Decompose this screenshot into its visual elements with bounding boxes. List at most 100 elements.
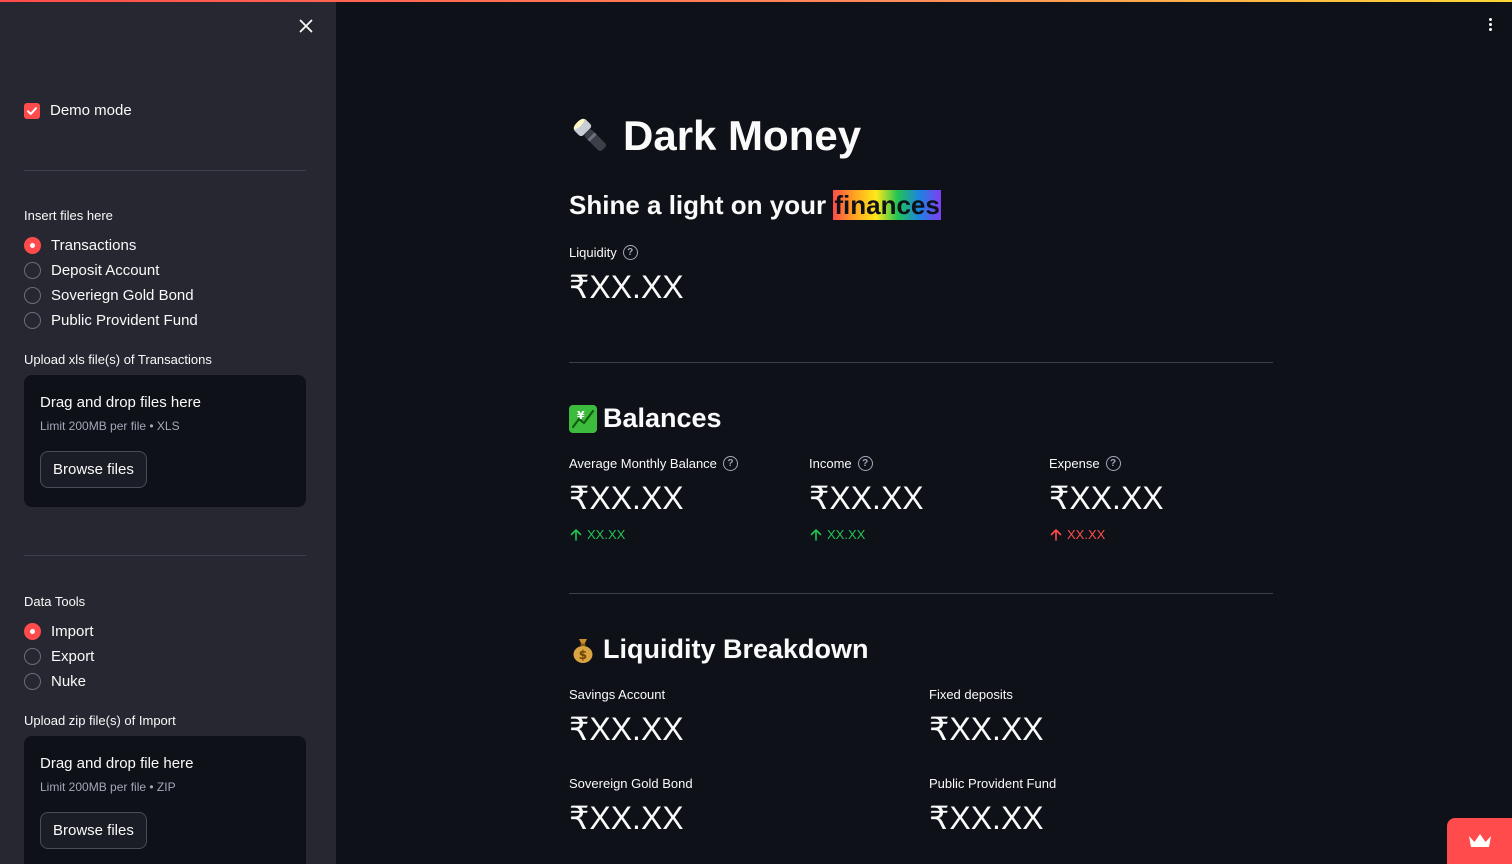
metric-label: Public Provident Fund (929, 776, 1057, 791)
metric-label: Fixed deposits (929, 687, 1013, 702)
help-circle-icon[interactable]: ? (722, 456, 738, 471)
metric-value: ₹XX.XX (929, 800, 1044, 836)
metric-liquidity: Liquidity ? ₹XX.XX (569, 245, 684, 306)
dropzone-limit-text: Limit 200MB per file • XLS (40, 419, 180, 433)
chart-yen-icon: ¥ (569, 404, 597, 433)
demo-mode-checkbox[interactable]: Demo mode (24, 102, 132, 119)
help-circle-icon[interactable]: ? (857, 456, 873, 471)
svg-text:$: $ (579, 648, 587, 662)
demo-mode-label: Demo mode (50, 102, 132, 119)
metric-value: ₹XX.XX (569, 711, 684, 747)
radio-option-export[interactable]: Export (24, 647, 94, 665)
file-dropzone-zip[interactable]: Drag and drop file here Limit 200MB per … (24, 736, 306, 864)
metric-public-provident-fund: Public Provident Fund ₹XX.XX (929, 776, 1056, 837)
file-dropzone-xls[interactable]: Drag and drop files here Limit 200MB per… (24, 375, 306, 507)
radio-unselected-icon[interactable] (24, 261, 41, 279)
dropzone-title: Drag and drop files here (40, 394, 201, 411)
data-tools-label: Data Tools (24, 594, 86, 609)
metric-delta-value: XX.XX (1067, 527, 1106, 542)
arrow-up-icon (570, 528, 582, 541)
radio-option-nuke[interactable]: Nuke (24, 672, 94, 690)
metric-value: ₹XX.XX (929, 711, 1044, 747)
upload-transactions-label: Upload xls file(s) of Transactions (24, 352, 212, 367)
metric-label: Sovereign Gold Bond (569, 776, 693, 791)
radio-selected-icon[interactable] (24, 622, 41, 640)
browse-files-button[interactable]: Browse files (40, 451, 147, 488)
metric-value: ₹XX.XX (569, 800, 684, 836)
radio-option-label: Export (51, 647, 95, 665)
radio-unselected-icon[interactable] (24, 286, 41, 304)
data-tools-radio-group: Import Export Nuke (24, 622, 94, 690)
radio-option-label: Nuke (51, 672, 87, 690)
top-decoration-bar (0, 0, 1512, 2)
close-sidebar-button[interactable] (296, 16, 316, 36)
upload-import-label: Upload zip file(s) of Import (24, 713, 176, 728)
page-title-text: Dark Money (623, 112, 862, 159)
insert-files-radio-group: Transactions Deposit Account Soveriegn G… (24, 236, 198, 329)
radio-option-label: Import (51, 622, 94, 640)
arrow-up-icon (1050, 528, 1062, 541)
radio-option-label: Soveriegn Gold Bond (51, 286, 194, 304)
section-title-balances: ¥ Balances (569, 403, 722, 434)
subtitle-highlight: finances (833, 190, 941, 220)
metric-label: Savings Account (569, 687, 666, 702)
help-circle-icon[interactable]: ? (622, 245, 638, 260)
sidebar-divider (24, 170, 306, 171)
crown-icon (1468, 834, 1491, 847)
radio-option-gold-bond[interactable]: Soveriegn Gold Bond (24, 286, 198, 304)
streamlit-badge[interactable] (1447, 818, 1512, 864)
kebab-menu-icon[interactable] (1480, 14, 1500, 34)
section-title-text: Liquidity Breakdown (603, 634, 869, 664)
money-bag-icon: $ (569, 636, 597, 664)
page-subtitle: Shine a light on your finances (569, 190, 941, 221)
radio-option-import[interactable]: Import (24, 622, 94, 640)
radio-option-deposit-account[interactable]: Deposit Account (24, 261, 198, 279)
checkbox-checked-icon[interactable] (24, 102, 40, 119)
radio-unselected-icon[interactable] (24, 647, 41, 665)
metric-value: ₹XX.XX (1049, 480, 1164, 516)
metric-sovereign-gold-bond: Sovereign Gold Bond ₹XX.XX (569, 776, 693, 837)
sidebar-divider (24, 555, 306, 556)
help-circle-icon[interactable]: ? (1105, 456, 1121, 471)
metric-label: Liquidity (569, 245, 617, 260)
radio-unselected-icon[interactable] (24, 672, 41, 690)
radio-option-transactions[interactable]: Transactions (24, 236, 198, 254)
main-content: Dark Money Shine a light on your finance… (336, 0, 1512, 864)
metric-value: ₹XX.XX (569, 480, 684, 516)
metric-value: ₹XX.XX (569, 269, 684, 305)
metric-delta-value: XX.XX (587, 527, 626, 542)
metric-average-monthly-balance: Average Monthly Balance ? ₹XX.XX XX.XX (569, 456, 738, 542)
metric-label: Expense (1049, 456, 1100, 471)
metric-value: ₹XX.XX (809, 480, 924, 516)
metric-savings-account: Savings Account ₹XX.XX (569, 687, 684, 748)
dropzone-limit-text: Limit 200MB per file • ZIP (40, 780, 176, 794)
browse-files-button[interactable]: Browse files (40, 812, 147, 849)
section-title-text: Balances (603, 403, 722, 433)
metric-delta-value: XX.XX (827, 527, 866, 542)
metric-delta: XX.XX (569, 527, 738, 542)
radio-unselected-icon[interactable] (24, 311, 41, 329)
subtitle-text: Shine a light on your (569, 190, 834, 220)
sidebar: Demo mode Insert files here Transactions… (0, 0, 336, 864)
svg-text:¥: ¥ (577, 409, 585, 422)
page-title: Dark Money (569, 112, 861, 160)
metric-expense: Expense ? ₹XX.XX XX.XX (1049, 456, 1164, 542)
radio-selected-icon[interactable] (24, 236, 41, 254)
metric-income: Income ? ₹XX.XX XX.XX (809, 456, 924, 542)
metric-delta: XX.XX (1049, 527, 1164, 542)
section-divider (569, 362, 1273, 363)
metric-fixed-deposits: Fixed deposits ₹XX.XX (929, 687, 1044, 748)
radio-option-label: Transactions (51, 236, 137, 254)
metric-label: Income (809, 456, 852, 471)
radio-option-label: Public Provident Fund (51, 311, 198, 329)
radio-option-provident-fund[interactable]: Public Provident Fund (24, 311, 198, 329)
metric-delta: XX.XX (809, 527, 924, 542)
radio-option-label: Deposit Account (51, 261, 160, 279)
dropzone-title: Drag and drop file here (40, 755, 194, 772)
metric-label: Average Monthly Balance (569, 456, 717, 471)
section-divider (569, 593, 1273, 594)
arrow-up-icon (810, 528, 822, 541)
section-title-liquidity-breakdown: $ Liquidity Breakdown (569, 634, 869, 665)
close-icon (299, 19, 313, 33)
insert-files-label: Insert files here (24, 208, 113, 223)
